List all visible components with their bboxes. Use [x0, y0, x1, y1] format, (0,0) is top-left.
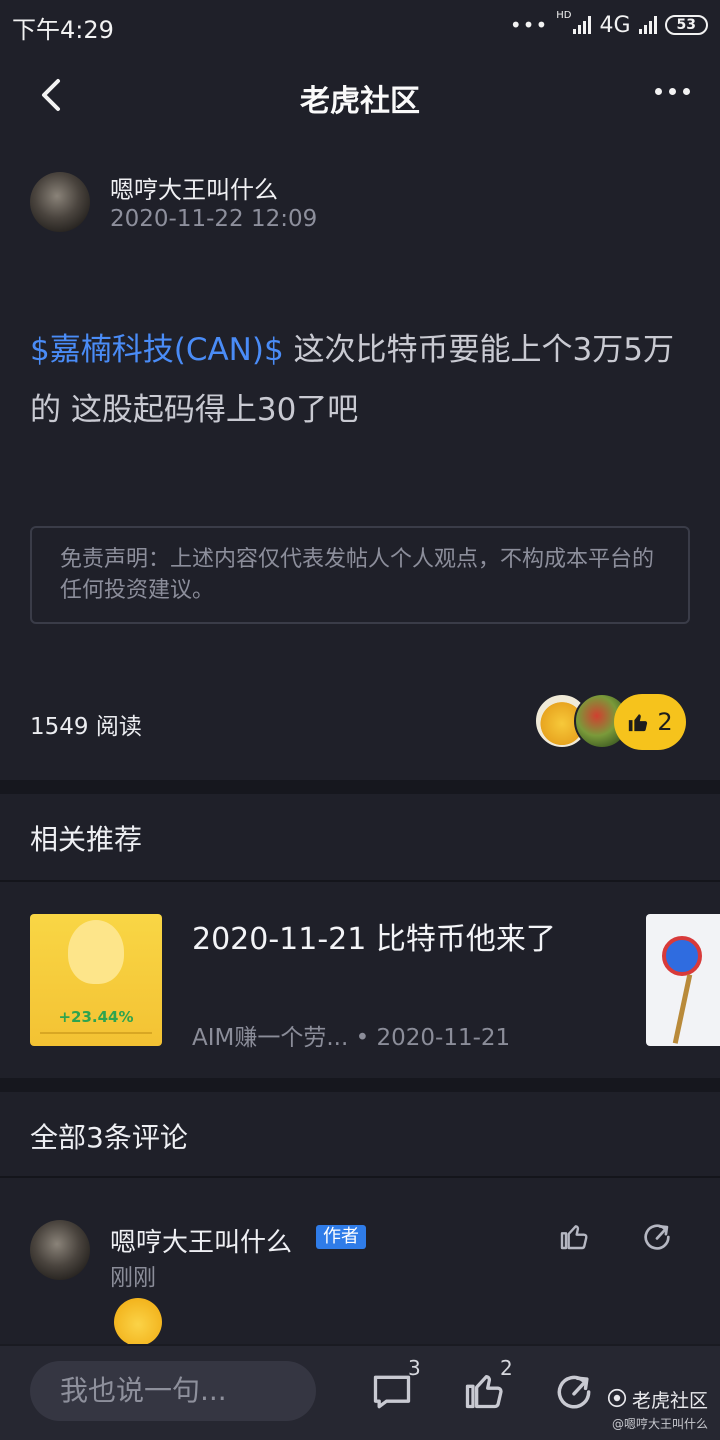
staff-image	[672, 974, 693, 1044]
hd-label: HD	[556, 10, 572, 21]
thumbs-up-icon	[629, 714, 648, 732]
read-count: 1549 阅读	[30, 714, 142, 740]
disclaimer-box: 免责声明：上述内容仅代表发帖人个人观点，不构成本平台的任何投资建议。	[30, 526, 690, 624]
signal-icon-2	[638, 16, 657, 34]
watermark-title: 老虎社区	[632, 1390, 709, 1412]
related-thumbnail-next[interactable]	[646, 914, 720, 1046]
comments-section-title: 全部3条评论	[30, 1121, 188, 1154]
stock-link[interactable]: $嘉楠科技(CAN)$	[30, 332, 284, 368]
thumbnail-percent: +23.44%	[58, 1008, 134, 1026]
related-thumbnail[interactable]: +23.44%	[30, 914, 162, 1046]
comment-timestamp: 刚刚	[110, 1265, 156, 1291]
network-label: 4G	[599, 12, 631, 38]
post-author-name[interactable]: 嗯哼大王叫什么	[110, 170, 278, 205]
post-author-avatar[interactable]	[30, 172, 90, 232]
thumbnail-divider	[40, 1032, 152, 1034]
page-title: 老虎社区	[300, 84, 420, 119]
logo-image	[662, 936, 702, 976]
more-icon[interactable]	[655, 88, 690, 95]
watermark-logo-icon	[607, 1388, 627, 1408]
status-time: 下午4:29	[12, 16, 114, 44]
post-content: $嘉楠科技(CAN)$ 这次比特币要能上个3万5万的 这股起码得上30了吧	[30, 320, 690, 440]
mascot-image	[68, 920, 124, 984]
nav-bar: 老虎社区	[0, 52, 720, 138]
status-icons: ••• HD 4G 53	[510, 10, 708, 40]
section-divider	[0, 1078, 720, 1092]
signal-icon	[573, 16, 592, 34]
status-bar: 下午4:29 ••• HD 4G 53	[0, 0, 720, 52]
comment-input[interactable]: 我也说一句...	[30, 1361, 316, 1421]
comment-share-icon[interactable]	[640, 1220, 674, 1254]
divider	[0, 880, 720, 882]
watermark-user: @嗯哼大王叫什么	[612, 1417, 709, 1431]
bottom-like-count: 2	[500, 1356, 513, 1380]
divider	[0, 1176, 720, 1178]
related-item-title[interactable]: 2020-11-21 比特币他来了	[192, 914, 556, 958]
like-count: 2	[657, 708, 673, 736]
related-section-title: 相关推荐	[30, 823, 143, 856]
like-button[interactable]: 2	[614, 694, 686, 750]
comment-count: 3	[408, 1356, 421, 1380]
comment-emoji-sticker	[114, 1298, 162, 1346]
battery-icon: 53	[664, 15, 708, 35]
section-divider	[0, 780, 720, 794]
post-timestamp: 2020-11-22 12:09	[110, 206, 318, 232]
comment-like-icon[interactable]	[558, 1220, 590, 1252]
comment-author-avatar[interactable]	[30, 1220, 90, 1280]
share-icon[interactable]	[552, 1370, 596, 1414]
comment-author-name[interactable]: 嗯哼大王叫什么	[110, 1222, 292, 1259]
more-dots-icon: •••	[509, 13, 549, 37]
author-badge: 作者	[316, 1225, 366, 1249]
related-item-meta: AIM赚一个劳... • 2020-11-21	[192, 1025, 511, 1051]
